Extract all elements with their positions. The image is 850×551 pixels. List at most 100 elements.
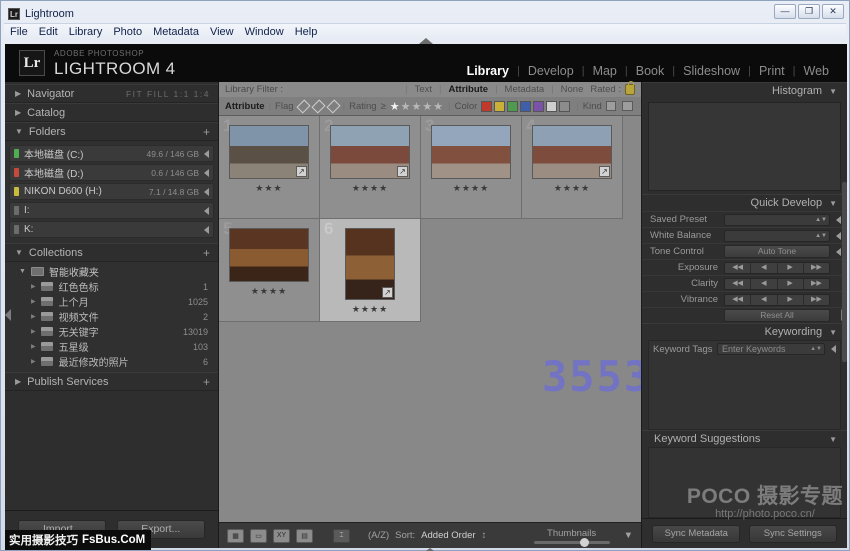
grid-cell[interactable]: 6↗★★★★ — [320, 219, 421, 322]
flag-picked-icon[interactable] — [296, 99, 310, 113]
module-develop[interactable]: Develop — [520, 64, 582, 78]
chevron-left-icon[interactable] — [836, 232, 841, 240]
stepper-step-2[interactable]: ◀ — [751, 279, 777, 289]
collection-item[interactable]: ▶最近修改的照片6 — [9, 354, 214, 369]
stepper-step-1[interactable]: ◀◀ — [725, 279, 751, 289]
left-panel-collapse-arrow[interactable] — [5, 309, 11, 321]
menu-library[interactable]: Library — [69, 26, 103, 38]
filter-tab-text[interactable]: Text — [408, 84, 439, 95]
color-swatch-1[interactable] — [481, 101, 492, 112]
menu-edit[interactable]: Edit — [39, 26, 58, 38]
keyword-list-area[interactable] — [649, 357, 840, 429]
sort-dropdown-icon[interactable]: ↕ — [482, 530, 487, 541]
color-swatch-3[interactable] — [507, 101, 518, 112]
stepper-step-1[interactable]: ◀◀ — [725, 263, 751, 273]
spinner-icon[interactable]: ▲▼ — [810, 344, 824, 355]
develop-badge-icon[interactable]: ↗ — [599, 166, 610, 177]
grid-cell[interactable]: 2↗★★★★ — [320, 116, 421, 219]
sync-metadata-button[interactable]: Sync Metadata — [652, 525, 740, 543]
quick-develop-stepper[interactable]: ◀◀◀▶▶▶ — [724, 262, 830, 274]
add-folder-icon[interactable]: + — [203, 125, 210, 139]
rating-star-2[interactable]: ★ — [401, 101, 412, 113]
smart-collections-group[interactable]: ▼ 智能收藏夹 — [9, 264, 214, 279]
stepper-step-2[interactable]: ◀ — [751, 263, 777, 273]
menu-help[interactable]: Help — [295, 26, 318, 38]
quick-develop-stepper[interactable]: ◀◀◀▶▶▶ — [724, 294, 830, 306]
close-button[interactable]: ✕ — [822, 4, 844, 19]
sync-settings-button[interactable]: Sync Settings — [749, 525, 837, 543]
collection-item[interactable]: ▶上个月1025 — [9, 294, 214, 309]
rating-star-5[interactable]: ★ — [433, 101, 444, 113]
develop-badge-icon[interactable]: ↗ — [397, 166, 408, 177]
menu-window[interactable]: Window — [245, 26, 284, 38]
photo-thumbnail[interactable]: ↗ — [229, 125, 309, 179]
spray-can-icon[interactable]: ⌶ — [333, 529, 350, 543]
quick-develop-panel-header[interactable]: Quick Develop ▼ — [642, 194, 847, 211]
develop-badge-icon[interactable]: ↗ — [382, 287, 393, 298]
flag-unflagged-icon[interactable] — [311, 99, 325, 113]
color-swatch-4[interactable] — [520, 101, 531, 112]
collection-item[interactable]: ▶红色色标1 — [9, 279, 214, 294]
develop-badge-icon[interactable]: ↗ — [296, 166, 307, 177]
rating-star-3[interactable]: ★ — [412, 101, 423, 113]
module-web[interactable]: Web — [796, 64, 837, 78]
folder-drive-row[interactable]: 本地磁盘 (C:)49.6 / 146 GB — [9, 145, 214, 162]
stepper-step-4[interactable]: ▶▶ — [804, 279, 829, 289]
toolbar-panel-toggle[interactable]: ▼ — [624, 530, 633, 541]
filter-tab-metadata[interactable]: Metadata — [498, 84, 552, 95]
stepper-step-3[interactable]: ▶ — [778, 263, 804, 273]
navigator-panel-header[interactable]: ▶ Navigator FIT FILL 1:1 1:4 — [5, 84, 218, 103]
survey-view-icon[interactable]: ▤ — [296, 529, 313, 543]
collection-item[interactable]: ▶无关键字13019 — [9, 324, 214, 339]
stepper-step-4[interactable]: ▶▶ — [804, 263, 829, 273]
photo-thumbnail[interactable]: ↗ — [345, 228, 395, 300]
folder-drive-row[interactable]: I: — [9, 202, 214, 219]
collections-panel-header[interactable]: ▼ Collections + — [5, 243, 218, 262]
auto-tone-button[interactable]: Auto Tone — [724, 245, 830, 258]
lock-icon[interactable] — [625, 84, 635, 95]
add-publish-service-icon[interactable]: + — [203, 375, 210, 389]
color-swatch-7[interactable] — [559, 101, 570, 112]
menu-view[interactable]: View — [210, 26, 234, 38]
grid-cell[interactable]: 3★★★★ — [421, 116, 522, 219]
navigator-zoom-levels[interactable]: FIT FILL 1:1 1:4 — [126, 89, 210, 99]
keyword-suggestions-header[interactable]: Keyword Suggestions ▼ — [642, 430, 847, 447]
photo-thumbnail[interactable] — [229, 228, 309, 282]
rating-star-4[interactable]: ★ — [422, 101, 433, 113]
folder-drive-row[interactable]: 本地磁盘 (D:)0.6 / 146 GB — [9, 164, 214, 181]
filter-tab-none[interactable]: None — [554, 84, 591, 95]
folder-drive-row[interactable]: K: — [9, 221, 214, 238]
keywording-panel-header[interactable]: Keywording ▼ — [642, 323, 847, 340]
photo-thumbnail[interactable]: ↗ — [532, 125, 612, 179]
collection-item[interactable]: ▶五星级103 — [9, 339, 214, 354]
collection-item[interactable]: ▶视频文件2 — [9, 309, 214, 324]
spinner-icon[interactable]: ▲▼ — [815, 233, 829, 239]
top-panel-toggle-arrow[interactable] — [419, 38, 433, 44]
keyword-suggestions-area[interactable] — [648, 447, 841, 518]
compare-view-icon[interactable]: XY — [273, 529, 290, 543]
right-panel-scrollbar[interactable] — [842, 182, 847, 362]
chevron-left-icon[interactable] — [204, 188, 209, 196]
add-collection-icon[interactable]: + — [203, 246, 210, 260]
thumbnail-size-slider[interactable] — [534, 541, 610, 544]
grid-cell[interactable]: 5★★★★ — [219, 219, 320, 322]
stepper-step-1[interactable]: ◀◀ — [725, 295, 751, 305]
photo-thumbnail[interactable]: ↗ — [330, 125, 410, 179]
stepper-step-3[interactable]: ▶ — [778, 295, 804, 305]
flag-rejected-icon[interactable] — [326, 99, 340, 113]
keyword-menu-arrow-icon[interactable] — [831, 345, 836, 353]
kind-photo-icon[interactable] — [606, 101, 617, 111]
chevron-left-icon[interactable] — [204, 207, 209, 215]
histogram-panel-header[interactable]: Histogram ▼ — [642, 82, 847, 99]
grid-cell[interactable]: 1↗★★★ — [219, 116, 320, 219]
module-library[interactable]: Library — [459, 64, 517, 78]
module-book[interactable]: Book — [628, 64, 673, 78]
folder-drive-row[interactable]: NIKON D600 (H:)7.1 / 14.8 GB — [9, 183, 214, 200]
stepper-step-2[interactable]: ◀ — [751, 295, 777, 305]
color-swatch-2[interactable] — [494, 101, 505, 112]
cell-rating[interactable]: ★★★★ — [251, 286, 287, 297]
sort-direction-icon[interactable]: (A/Z) — [368, 530, 389, 541]
cell-rating[interactable]: ★★★★ — [352, 183, 388, 194]
cell-rating[interactable]: ★★★★ — [453, 183, 489, 194]
grid-cell[interactable]: 4↗★★★★ — [522, 116, 623, 219]
